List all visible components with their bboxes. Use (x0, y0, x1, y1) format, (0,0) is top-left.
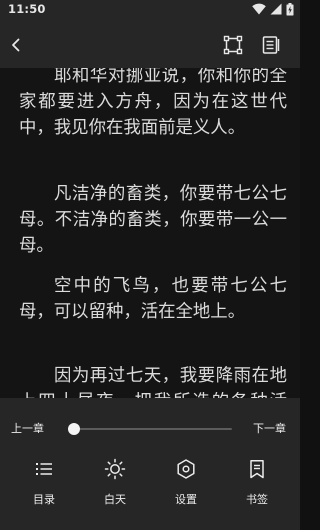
paragraph: 因为再过七天，我要降雨在地上四十昼夜，把我所造的各种活物，都从地上除灭。 (19, 366, 287, 398)
cellular-signal-icon (270, 3, 282, 15)
status-bar: 11:50 (0, 0, 300, 18)
fullscreen-button[interactable] (218, 30, 248, 60)
paragraph: 凡洁净的畜类，你要带七公七母。不洁净的畜类，你要带一公一母。 (19, 184, 287, 256)
book-details-button[interactable] (256, 30, 286, 60)
prev-chapter-button[interactable]: 上一章 (11, 422, 44, 436)
reading-content[interactable]: 耶和华对挪亚说，你和你的全家都要进入方舟，因为在这世代中，我见你在我面前是义人。… (0, 68, 300, 398)
paragraph: 耶和华对挪亚说，你和你的全家都要进入方舟，因为在这世代中，我见你在我面前是义人。 (19, 68, 287, 138)
status-icons (248, 2, 294, 16)
book-details-icon (262, 36, 280, 54)
back-arrow-icon (12, 38, 20, 52)
next-chapter-button[interactable]: 下一章 (253, 422, 286, 436)
battery-charging-icon (286, 2, 294, 15)
back-button[interactable] (1, 30, 31, 60)
paragraph: 空中的飞鸟，也要带七公七母，可以留种，活在全地上。 (19, 276, 287, 322)
chapter-progress-slider[interactable] (66, 420, 232, 438)
toc-button[interactable]: 目录 (14, 456, 74, 506)
day-mode-label: 白天 (104, 493, 126, 506)
bookmark-icon (250, 460, 264, 479)
bookmark-label: 书签 (246, 493, 268, 506)
reader-bottom-panel: 上一章 下一章 目录 白天 设置 书签 (0, 398, 300, 530)
slider-thumb[interactable] (68, 423, 80, 435)
list-icon (36, 463, 52, 475)
reader-top-bar (0, 18, 300, 68)
status-time: 11:50 (8, 2, 46, 16)
bookmark-button[interactable]: 书签 (227, 456, 287, 506)
fullscreen-frame-icon (223, 35, 243, 55)
settings-button[interactable]: 设置 (156, 456, 216, 506)
day-mode-button[interactable]: 白天 (85, 456, 145, 506)
settings-label: 设置 (175, 493, 197, 506)
toc-label: 目录 (33, 493, 55, 506)
slider-track (70, 428, 232, 430)
hexagon-settings-icon (177, 459, 195, 479)
sun-icon (104, 458, 126, 480)
reader-screen: 11:50 耶和华对挪亚说，你和你的全家都要进入方舟，因为在这世代中，我见你在我… (0, 0, 300, 530)
wifi-icon (252, 3, 266, 15)
